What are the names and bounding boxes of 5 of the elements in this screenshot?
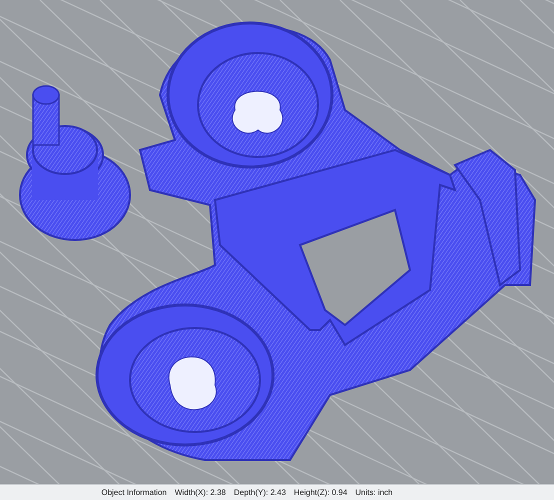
status-value: Width(X): 2.38 bbox=[174, 488, 226, 497]
status-value: Units: inch bbox=[355, 488, 393, 497]
status-title: Object Information bbox=[101, 488, 167, 497]
status-value: Height(Z): 0.94 bbox=[294, 488, 348, 497]
status-value: Depth(Y): 2.43 bbox=[234, 488, 286, 497]
